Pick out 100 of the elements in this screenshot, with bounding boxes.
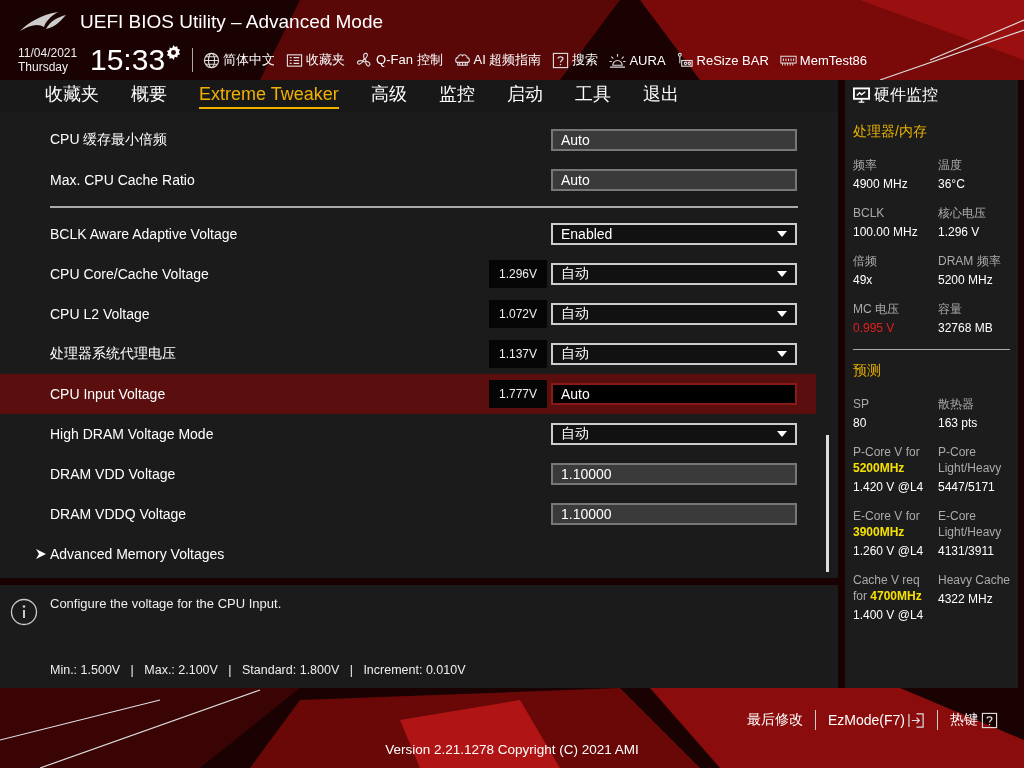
section-heading: 预测 xyxy=(853,362,882,380)
value-field[interactable]: Auto xyxy=(551,169,797,191)
caret-icon xyxy=(777,311,787,317)
setting-label: BCLK Aware Adaptive Voltage xyxy=(50,226,239,242)
toolbar-button[interactable]: AURA xyxy=(609,51,666,69)
voltage-reading: 1.137V xyxy=(489,340,547,368)
caret-icon xyxy=(777,351,787,357)
exit-icon xyxy=(908,711,925,729)
window-title: UEFI BIOS Utility – Advanced Mode xyxy=(80,11,384,33)
info-icon xyxy=(10,598,38,626)
stat-label: 温度 xyxy=(938,157,963,173)
stat-label: MC 电压 xyxy=(853,301,900,317)
toolbar-button[interactable]: 搜索 xyxy=(552,51,599,69)
scrollbar[interactable] xyxy=(826,435,829,572)
setting-row[interactable]: CPU Core/Cache Voltage 1.296V 自动 xyxy=(0,254,816,294)
list-icon xyxy=(286,51,304,69)
brain-icon xyxy=(453,51,471,69)
menu-tab[interactable]: 概要 xyxy=(131,82,167,110)
stat-value: 32768 MB xyxy=(938,321,994,335)
stat-value: 100.00 MHz xyxy=(853,225,919,239)
voltage-reading: 1.777V xyxy=(489,380,547,408)
stat-value: 36°C xyxy=(938,177,966,191)
stat-label: BCLK xyxy=(853,205,886,221)
menu-tab[interactable]: 收藏夹 xyxy=(45,82,99,110)
stat-label: 频率 xyxy=(853,157,878,173)
stat-label: Heavy Cache xyxy=(938,572,1012,588)
dropdown[interactable]: 自动 xyxy=(551,263,797,285)
stat-value: 163 pts xyxy=(938,416,979,430)
toolbar-button[interactable]: 简体中文 xyxy=(203,51,276,69)
setting-label: DRAM VDDQ Voltage xyxy=(50,506,188,522)
stat-label: E-Core Light/Heavy xyxy=(938,508,1003,540)
stat-value: 1.296 V xyxy=(938,225,981,239)
setting-row[interactable]: CPU L2 Voltage 1.072V 自动 xyxy=(0,294,816,334)
menu-tab[interactable]: 工具 xyxy=(574,82,611,110)
toolbar-button[interactable]: ReSize BAR xyxy=(676,51,769,69)
setting-row[interactable]: CPU 缓存最小倍频 Auto xyxy=(0,120,816,160)
toolbar-button[interactable]: AI 超频指南 xyxy=(453,51,542,69)
dropdown[interactable]: 自动 xyxy=(551,423,797,445)
setting-row[interactable]: 处理器系统代理电压 1.137V 自动 xyxy=(0,334,816,374)
value-field[interactable]: Auto xyxy=(551,383,797,405)
settings-icon[interactable] xyxy=(165,44,183,61)
setting-row[interactable]: BCLK Aware Adaptive Voltage Enabled xyxy=(0,214,816,254)
voltage-reading: 1.072V xyxy=(489,300,547,328)
value-field[interactable]: Auto xyxy=(551,129,797,151)
menu-tab[interactable]: Extreme Tweaker xyxy=(199,83,339,109)
stat-label: 核心电压 xyxy=(938,205,987,221)
caret-icon xyxy=(777,271,787,277)
toolbar-button[interactable]: 收藏夹 xyxy=(286,51,346,69)
submenu-row[interactable]: Advanced Memory Voltages xyxy=(0,534,816,574)
menu-tab[interactable]: 退出 xyxy=(642,82,679,110)
help-icon xyxy=(552,51,570,69)
setting-row[interactable]: DRAM VDD Voltage 1.10000 xyxy=(0,454,816,494)
value-field[interactable]: 1.10000 xyxy=(551,463,797,485)
caret-icon xyxy=(777,431,787,437)
stat-value: 1.400 V @L4 xyxy=(853,608,925,622)
setting-label: Advanced Memory Voltages xyxy=(50,546,225,562)
stat-value: 49x xyxy=(853,273,874,287)
setting-row[interactable]: DRAM VDDQ Voltage 1.10000 xyxy=(0,494,816,534)
fan-icon xyxy=(356,51,374,69)
dropdown[interactable]: Enabled xyxy=(551,223,797,245)
toolbar-button[interactable]: MemTest86 xyxy=(779,51,868,69)
monitor-icon xyxy=(853,86,870,104)
setting-label: CPU 缓存最小倍频 xyxy=(50,131,169,149)
footer-button[interactable]: EzMode(F7) xyxy=(815,711,937,729)
setting-label: DRAM VDD Voltage xyxy=(50,466,177,482)
stat-label: P-Core Light/Heavy xyxy=(938,444,1003,476)
setting-row[interactable]: Max. CPU Cache Ratio Auto xyxy=(0,160,816,200)
menu-tab[interactable]: 高级 xyxy=(370,82,407,110)
arrow-icon xyxy=(36,549,46,559)
value-range: Min.: 1.500V | Max.: 2.100V | Standard: 1.800V | Increment: 0.010V xyxy=(50,663,466,677)
stat-label: Cache V req for 4700MHz xyxy=(853,572,923,604)
clock-time: 15:33 xyxy=(90,43,166,77)
menu-tab[interactable]: 监控 xyxy=(438,82,475,110)
toolbar-button[interactable]: Q-Fan 控制 xyxy=(356,51,443,69)
stat-value: 4322 MHz xyxy=(938,592,994,606)
setting-row[interactable]: High DRAM Voltage Mode 自动 xyxy=(0,414,816,454)
footer-button[interactable]: 最后修改 xyxy=(734,711,815,729)
date-text: 11/04/2021 xyxy=(18,46,79,60)
voltage-reading: 1.296V xyxy=(489,260,547,288)
stat-label: 散热器 xyxy=(938,396,975,412)
stat-value: 1.420 V @L4 xyxy=(853,480,925,494)
dropdown[interactable]: 自动 xyxy=(551,303,797,325)
selected-row[interactable]: CPU Input Voltage 1.777V Auto xyxy=(0,374,816,414)
stat-value: 80 xyxy=(853,416,868,430)
menu-tab[interactable]: 启动 xyxy=(506,82,543,110)
day-text: Thursday xyxy=(18,60,70,74)
stat-label: DRAM 频率 xyxy=(938,253,1002,269)
card-icon xyxy=(676,51,694,69)
stat-value: 4131/3911 xyxy=(938,544,995,558)
stat-label: SP xyxy=(853,396,870,412)
value-field[interactable]: 1.10000 xyxy=(551,503,797,525)
version-text: Version 2.21.1278 Copyright (C) 2021 AMI xyxy=(385,742,639,757)
dropdown[interactable]: 自动 xyxy=(551,343,797,365)
setting-label: CPU L2 Voltage xyxy=(50,306,151,322)
stat-label: P-Core V for 5200MHz xyxy=(853,444,921,476)
stat-label: E-Core V for 3900MHz xyxy=(853,508,921,540)
footer-button[interactable]: 热键 xyxy=(938,711,1010,729)
stat-value: 5200 MHz xyxy=(938,273,994,287)
help-icon xyxy=(981,711,998,729)
help-description: Configure the voltage for the CPU Input. xyxy=(50,596,282,611)
